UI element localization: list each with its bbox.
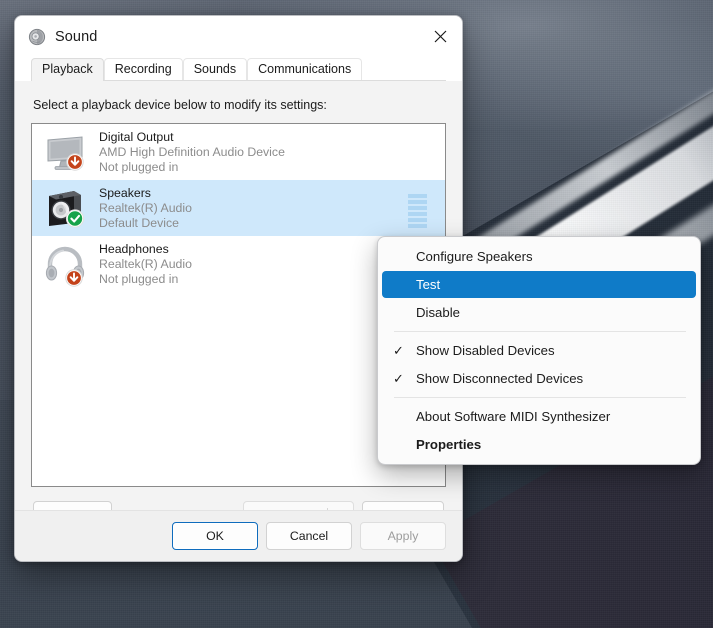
menu-item-properties[interactable]: Properties [382,431,696,458]
checkmark-icon: ✓ [393,342,404,358]
menu-item-label: Test [416,276,441,292]
meter-segment [408,194,427,198]
device-driver: AMD High Definition Audio Device [99,144,285,159]
device-driver: Realtek(R) Audio [99,200,192,215]
menu-item-label: Disable [416,304,460,320]
playback-hint: Select a playback device below to modify… [33,98,327,112]
tab-sounds[interactable]: Sounds [182,58,248,81]
dialog-footer: OK Cancel Apply [15,510,462,561]
menu-separator [394,331,686,332]
meter-segment [408,224,427,228]
tab-communications[interactable]: Communications [247,58,363,81]
menu-item-label: Show Disabled Devices [416,342,555,358]
meter-segment [408,200,427,204]
tab-playback[interactable]: Playback [31,58,104,82]
device-name: Digital Output [99,129,174,144]
apply-button[interactable]: Apply [360,522,446,550]
device-text: Speakers Realtek(R) Audio Default Device [99,186,408,231]
meter-segment [408,212,427,216]
menu-item-about-software-midi-synthesizer[interactable]: About Software MIDI Synthesizer [382,403,696,430]
menu-item-label: Properties [416,436,482,452]
menu-separator [394,397,686,398]
tab-strip: Playback Recording Sounds Communications [15,57,462,82]
device-status: Default Device [99,215,179,230]
menu-item-label: Configure Speakers [416,248,533,264]
device-status: Not plugged in [99,159,179,174]
headphones-icon [41,240,89,288]
menu-item-disable[interactable]: Disable [382,299,696,326]
context-menu: Configure Speakers Test Disable ✓ Show D… [377,236,701,465]
monitor-icon [41,128,89,176]
volume-level-meter [408,188,427,228]
close-icon[interactable] [418,16,462,57]
checkmark-icon: ✓ [393,370,404,386]
window-title: Sound [55,28,98,45]
tab-communications-label: Communications [258,62,352,76]
list-item-digital-output[interactable]: Digital Output AMD High Definition Audio… [32,124,445,180]
device-text: Digital Output AMD High Definition Audio… [99,130,445,175]
menu-item-show-disabled-devices[interactable]: ✓ Show Disabled Devices [382,337,696,364]
cancel-button[interactable]: Cancel [266,522,352,550]
ok-button[interactable]: OK [172,522,258,550]
menu-item-show-disconnected-devices[interactable]: ✓ Show Disconnected Devices [382,365,696,392]
menu-item-test[interactable]: Test [382,271,696,298]
title-bar: Sound [15,16,462,57]
tab-sounds-label: Sounds [193,62,237,76]
device-name: Speakers [99,185,151,200]
speaker-icon [28,28,46,46]
list-item-speakers[interactable]: Speakers Realtek(R) Audio Default Device [32,180,445,236]
menu-item-label: About Software MIDI Synthesizer [416,408,611,424]
meter-segment [408,206,427,210]
menu-item-label: Show Disconnected Devices [416,370,584,386]
meter-segment [408,218,427,222]
speaker-box-icon [41,184,89,232]
menu-item-configure-speakers[interactable]: Configure Speakers [382,243,696,270]
tab-recording[interactable]: Recording [103,58,183,81]
tab-playback-label: Playback [42,62,93,76]
tab-recording-label: Recording [114,62,172,76]
